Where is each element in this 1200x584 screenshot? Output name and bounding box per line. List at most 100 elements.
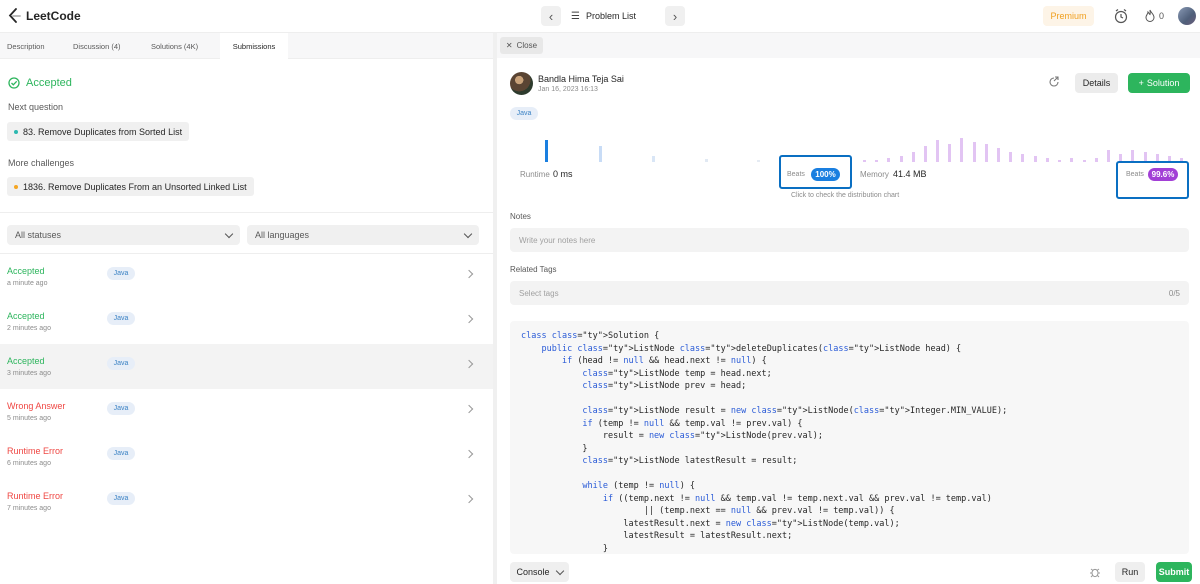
tags-select[interactable]: Select tags 0/5 [510, 281, 1189, 305]
runtime-label: Runtime [520, 170, 550, 179]
runtime-distribution-bar [599, 146, 602, 162]
submission-date: Jan 16, 2023 16:13 [538, 86, 598, 93]
tags-count: 0/5 [1168, 288, 1180, 298]
more-challenges-label: More challenges [8, 158, 75, 168]
chevron-down-icon [555, 566, 564, 575]
author-avatar [510, 72, 533, 95]
submission-language-badge: Java [107, 267, 135, 280]
code-line: latestResult = latestResult.next; [521, 531, 793, 541]
submission-status: Wrong Answer [7, 401, 66, 411]
fire-icon [1145, 9, 1155, 22]
detail-toolbar: ✕ Close [497, 33, 1200, 58]
code-line: result = new class="ty">ListNode(prev.va… [521, 431, 823, 441]
code-line: || (temp.next == null && prev.val != tem… [521, 506, 895, 516]
premium-button[interactable]: Premium [1043, 6, 1094, 26]
tab-discussion[interactable]: Discussion (4) [66, 33, 144, 59]
code-line: class="ty">ListNode latestResult = resul… [582, 456, 798, 466]
submission-time: 2 minutes ago [7, 325, 51, 332]
submission-status: Accepted [7, 311, 45, 321]
code-line: if (temp != null && temp.val != prev.val… [582, 418, 803, 429]
code-line: class="ty">ListNode prev = head; [582, 381, 747, 391]
chevron-down-icon [463, 229, 473, 238]
runtime-distribution-bar [545, 140, 548, 162]
tab-submissions[interactable]: Submissions [220, 33, 288, 59]
share-icon[interactable] [1048, 76, 1060, 88]
logo-text: LeetCode [26, 9, 81, 23]
memory-distribution-bar [1058, 160, 1061, 162]
chevron-right-icon [464, 269, 474, 279]
submission-time: 5 minutes ago [7, 415, 51, 422]
memory-distribution-bar [1009, 152, 1012, 162]
next-question-title: 83. Remove Duplicates from Sorted List [23, 126, 183, 137]
details-button[interactable]: Details [1075, 73, 1118, 93]
chevron-left-icon: ‹ [548, 8, 554, 24]
memory-distribution-bar [912, 152, 915, 162]
submission-row[interactable]: Accepted a minute ago Java [0, 254, 493, 299]
result-status: Accepted [8, 77, 72, 89]
streak-counter[interactable]: 0 [1145, 9, 1164, 22]
chevron-right-icon [464, 359, 474, 369]
runtime-distribution-bar [757, 160, 760, 162]
logo[interactable]: LeetCode [8, 8, 81, 24]
memory-distribution-bar [924, 146, 927, 162]
run-button[interactable]: Run [1115, 562, 1145, 582]
status-filter-value: All statuses [15, 230, 62, 240]
problem-list-button[interactable]: ☰ Problem List [571, 11, 655, 22]
result-status-text: Accepted [26, 77, 72, 89]
language-filter-select[interactable]: All languages [247, 225, 479, 245]
language-filter-value: All languages [255, 230, 310, 240]
memory-distribution-bar [863, 160, 866, 162]
submission-row[interactable]: Runtime Error 6 minutes ago Java [0, 434, 493, 479]
code-line: public class="ty">ListNode class="ty">de… [541, 343, 962, 354]
prev-problem-button[interactable]: ‹ [541, 6, 561, 26]
next-question-chip[interactable]: 83. Remove Duplicates from Sorted List [7, 122, 190, 141]
memory-distribution-bar [1070, 158, 1073, 162]
post-solution-button[interactable]: + Solution [1128, 73, 1190, 93]
streak-count: 0 [1159, 10, 1165, 21]
chevron-right-icon [464, 449, 474, 459]
top-navbar: LeetCode ‹ ☰ Problem List › Premium 0 [0, 0, 1200, 33]
memory-distribution-bar [1034, 156, 1037, 162]
runtime-distribution-bar [652, 156, 655, 162]
user-avatar[interactable] [1178, 7, 1196, 25]
tab-description[interactable]: Description [0, 33, 66, 59]
divider [0, 212, 493, 213]
difficulty-dot-icon [14, 184, 18, 189]
submission-row[interactable]: Runtime Error 7 minutes ago Java [0, 479, 493, 524]
memory-distribution-bar [948, 144, 951, 162]
submit-button[interactable]: Submit [1156, 562, 1192, 582]
code-line: if ((temp.next != null && temp.val != te… [602, 493, 992, 504]
status-filter-select[interactable]: All statuses [7, 225, 240, 245]
submission-time: a minute ago [7, 280, 48, 287]
submission-row[interactable]: Accepted 3 minutes ago Java [0, 344, 493, 389]
memory-distribution-bar [973, 142, 976, 162]
memory-distribution-bar [875, 160, 878, 162]
code-viewer[interactable]: class class="ty">Solution { public class… [510, 321, 1189, 554]
problem-list-label: Problem List [585, 11, 636, 21]
memory-distribution-bar [1095, 158, 1098, 162]
submission-status: Runtime Error [7, 446, 64, 456]
more-challenge-chip[interactable]: 1836. Remove Duplicates From an Unsorted… [7, 177, 254, 196]
bug-icon[interactable] [1089, 566, 1101, 578]
alarm-clock-icon[interactable] [1113, 8, 1129, 24]
right-panel: ✕ Close Bandla Hima Teja Sai Jan 16, 202… [497, 33, 1200, 584]
close-button[interactable]: ✕ Close [500, 37, 543, 54]
tab-solutions[interactable]: Solutions (4K) [144, 33, 220, 59]
leetcode-logo-icon [8, 8, 21, 23]
memory-value: 41.4 MB [893, 169, 927, 179]
console-button[interactable]: Console [510, 562, 569, 582]
memory-distribution-bar [960, 138, 963, 162]
code-line: latestResult.next = new class="ty">ListN… [521, 518, 900, 529]
memory-distribution-bar [900, 156, 903, 162]
chevron-right-icon [464, 494, 474, 504]
next-problem-button[interactable]: › [665, 6, 685, 26]
submission-row[interactable]: Wrong Answer 5 minutes ago Java [0, 389, 493, 434]
next-question-label: Next question [8, 102, 64, 112]
check-circle-icon [8, 77, 20, 89]
code-line: } [521, 543, 608, 554]
submission-row[interactable]: Accepted 2 minutes ago Java [0, 299, 493, 344]
notes-input[interactable]: Write your notes here [510, 228, 1189, 252]
memory-distribution-bar [936, 140, 939, 162]
